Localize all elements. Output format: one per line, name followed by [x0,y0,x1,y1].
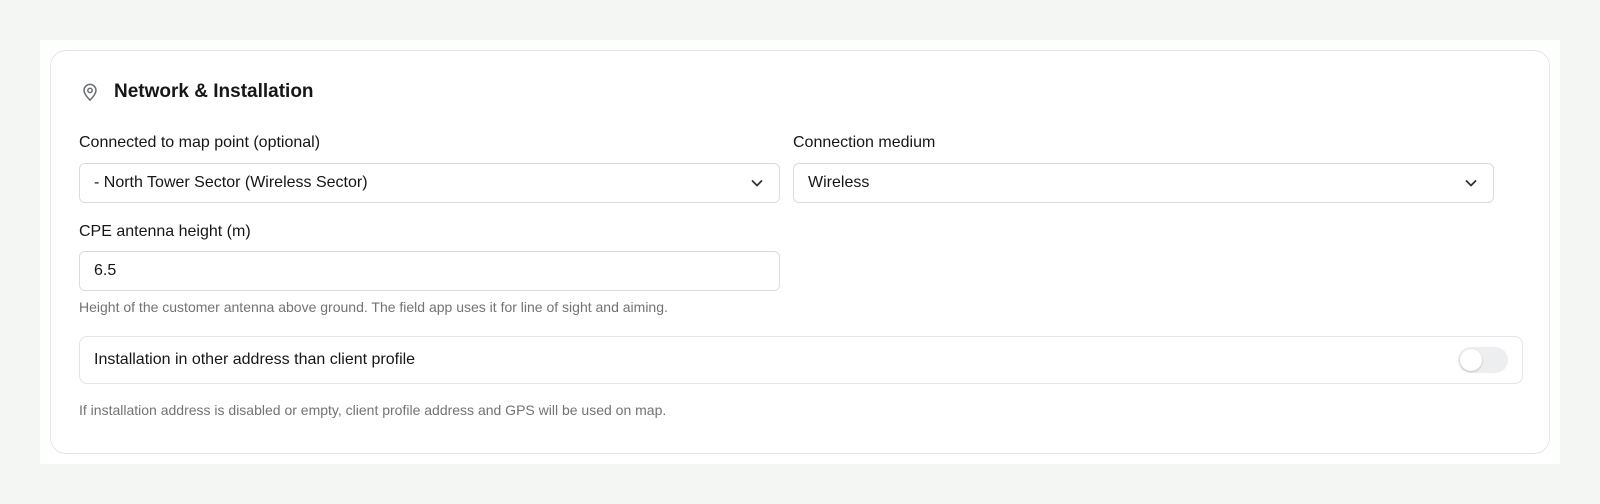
map-point-value: - North Tower Sector (Wireless Sector) [94,174,368,191]
install-address-hint: If installation address is disabled or e… [79,402,667,418]
map-point-select[interactable]: - North Tower Sector (Wireless Sector) [79,163,780,203]
section-header: Network & Installation [80,80,314,104]
chevron-down-icon [749,175,765,191]
connection-medium-label: Connection medium [793,134,936,151]
install-address-toggle[interactable] [1458,347,1508,373]
settings-panel: Network & Installation Connected to map … [40,40,1560,464]
chevron-down-icon [1463,175,1479,191]
antenna-height-input[interactable]: 6.5 [79,251,780,291]
connection-medium-value: Wireless [808,174,870,191]
antenna-height-label: CPE antenna height (m) [79,223,251,240]
map-point-label: Connected to map point (optional) [79,134,321,151]
map-pin-icon [80,82,100,102]
toggle-knob [1460,349,1482,371]
antenna-height-hint: Height of the customer antenna above gro… [79,299,668,315]
install-address-row[interactable]: Installation in other address than clien… [79,336,1523,384]
connection-medium-select[interactable]: Wireless [793,163,1494,203]
install-address-label: Installation in other address than clien… [94,351,416,368]
section-title: Network & Installation [114,81,314,102]
network-installation-card: Network & Installation Connected to map … [50,50,1550,454]
antenna-height-value: 6.5 [94,262,117,279]
